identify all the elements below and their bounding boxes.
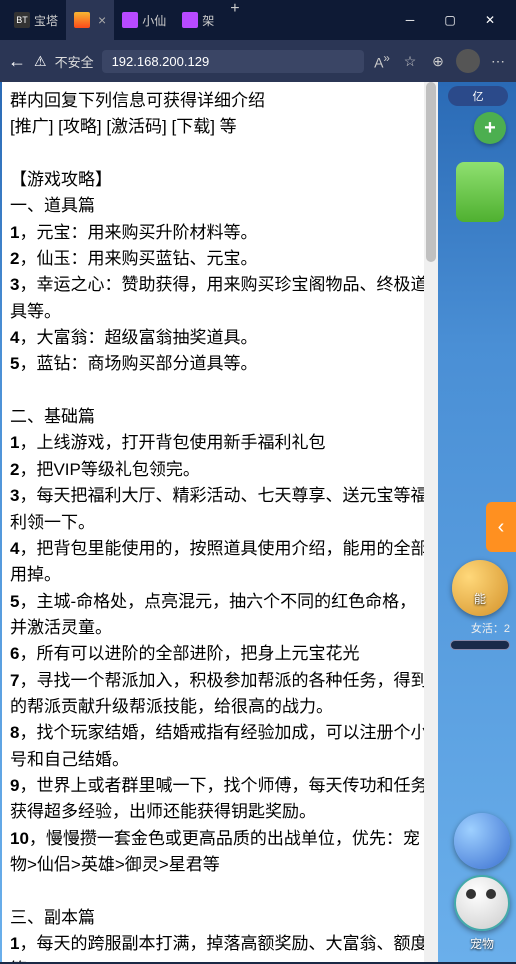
guide-line: 1，上线游戏，打开背包使用新手福利礼包 — [10, 430, 430, 456]
globe-icon[interactable] — [454, 813, 510, 869]
bottom-icons: 宠物 — [454, 813, 510, 952]
guide-overlay[interactable]: 群内回复下列信息可获得详细介绍 [推广] [攻略] [激活码] [下载] 等 【… — [2, 82, 438, 962]
guide-line: 4，把背包里能使用的，按照道具使用介绍，能用的全部用掉。 — [10, 536, 430, 589]
window-titlebar: BT 宝塔 × 小仙 架 + ─ ▢ ✕ — [0, 0, 516, 40]
intro-commands: [推广] [攻略] [激活码] [下载] 等 — [10, 114, 430, 140]
guide-line: 3，每天把福利大厅、精彩活动、七天尊享、送元宝等福利领一下。 — [10, 483, 430, 536]
browser-tabs: BT 宝塔 × 小仙 架 + — [6, 0, 390, 40]
section-title: 三、副本篇 — [10, 905, 430, 931]
guide-line: 2，把VIP等级礼包领完。 — [10, 457, 430, 483]
pet-icon[interactable] — [454, 875, 510, 931]
viewport: 亿 + ‹ 能 女活：2 宠物 群内回复下列信息可获得详细介绍 [推广] [攻略… — [0, 82, 516, 962]
url-input[interactable]: 192.168.200.129 — [102, 50, 364, 73]
profile-avatar[interactable] — [456, 49, 480, 73]
tab-icon — [182, 12, 198, 28]
game-right-panel: 亿 + ‹ 能 女活：2 宠物 — [444, 82, 516, 962]
warning-icon: ⚠ — [34, 53, 47, 70]
reader-icon[interactable]: A» — [372, 52, 392, 71]
progress-bar — [450, 640, 510, 650]
guide-line: 2，仙玉：用来购买蓝钻、元宝。 — [10, 246, 430, 272]
tab-label: 架 — [202, 12, 214, 29]
maximize-button[interactable]: ▢ — [430, 4, 470, 36]
guide-line: 1，每天的跨服副本打满，掉落高额奖励、大富翁、额度等。 — [10, 931, 430, 962]
close-button[interactable]: ✕ — [470, 4, 510, 36]
back-button[interactable]: ← — [8, 51, 26, 72]
skill-icon[interactable] — [452, 560, 508, 616]
favorite-icon[interactable]: ☆ — [400, 53, 420, 70]
window-controls: ─ ▢ ✕ — [390, 4, 510, 36]
address-bar: ← ⚠ 不安全 192.168.200.129 A» ☆ ⊕ ⋯ — [0, 40, 516, 82]
extensions-icon[interactable]: ⊕ — [428, 53, 448, 70]
section-title: 一、道具篇 — [10, 193, 430, 219]
tab-icon — [122, 12, 138, 28]
scrollbar[interactable] — [424, 82, 438, 962]
tab-baota[interactable]: BT 宝塔 — [6, 0, 66, 40]
guide-line: 6，所有可以进阶的全部进阶，把身上元宝花光 — [10, 641, 430, 667]
currency-badge[interactable]: 亿 — [448, 86, 508, 106]
tab-label: 宝塔 — [34, 12, 58, 29]
tab-xiaoxian[interactable]: 小仙 — [114, 0, 174, 40]
guide-line: 5，蓝钻：商场购买部分道具等。 — [10, 351, 430, 377]
menu-icon[interactable]: ⋯ — [488, 53, 508, 70]
new-tab-button[interactable]: + — [222, 0, 247, 40]
intro-line: 群内回复下列信息可获得详细介绍 — [10, 88, 430, 114]
guide-line: 10，慢慢攒一套金色或更高品质的出战单位，优先：宠物>仙侣>英雄>御灵>星君等 — [10, 826, 430, 879]
pet-label: 宠物 — [470, 935, 494, 952]
guide-title: 【游戏攻略】 — [10, 167, 430, 193]
activate-label: 女活：2 — [471, 620, 510, 636]
tab-label: 小仙 — [142, 12, 166, 29]
section-title: 二、基础篇 — [10, 404, 430, 430]
tab-active[interactable]: × — [66, 0, 114, 40]
game-feature-icon[interactable] — [456, 162, 504, 222]
minimize-button[interactable]: ─ — [390, 4, 430, 36]
tab-jia[interactable]: 架 — [174, 0, 222, 40]
guide-line: 3，幸运之心：赞助获得，用来购买珍宝阁物品、终极道具等。 — [10, 272, 430, 325]
guide-line: 5，主城-命格处，点亮混元，抽六个不同的红色命格，并激活灵童。 — [10, 589, 430, 642]
close-icon[interactable]: × — [98, 12, 106, 28]
add-button[interactable]: + — [474, 112, 506, 144]
guide-line: 1，元宝：用来购买升阶材料等。 — [10, 220, 430, 246]
tab-icon-game — [74, 12, 90, 28]
skill-label: 能 — [452, 590, 508, 607]
guide-line: 9，世界上或者群里喊一下，找个师傅，每天传功和任务获得超多经验，出师还能获得钥匙… — [10, 773, 430, 826]
guide-line: 7，寻找一个帮派加入，积极参加帮派的各种任务，得到的帮派贡献升级帮派技能，给很高… — [10, 668, 430, 721]
tab-icon-bt: BT — [14, 12, 30, 28]
guide-line: 4，大富翁：超级富翁抽奖道具。 — [10, 325, 430, 351]
scroll-thumb[interactable] — [426, 82, 436, 262]
collapse-arrow-icon[interactable]: ‹ — [486, 502, 516, 552]
guide-line: 8，找个玩家结婚，结婚戒指有经验加成，可以注册个小号和自己结婚。 — [10, 720, 430, 773]
insecure-label: 不安全 — [55, 52, 94, 71]
